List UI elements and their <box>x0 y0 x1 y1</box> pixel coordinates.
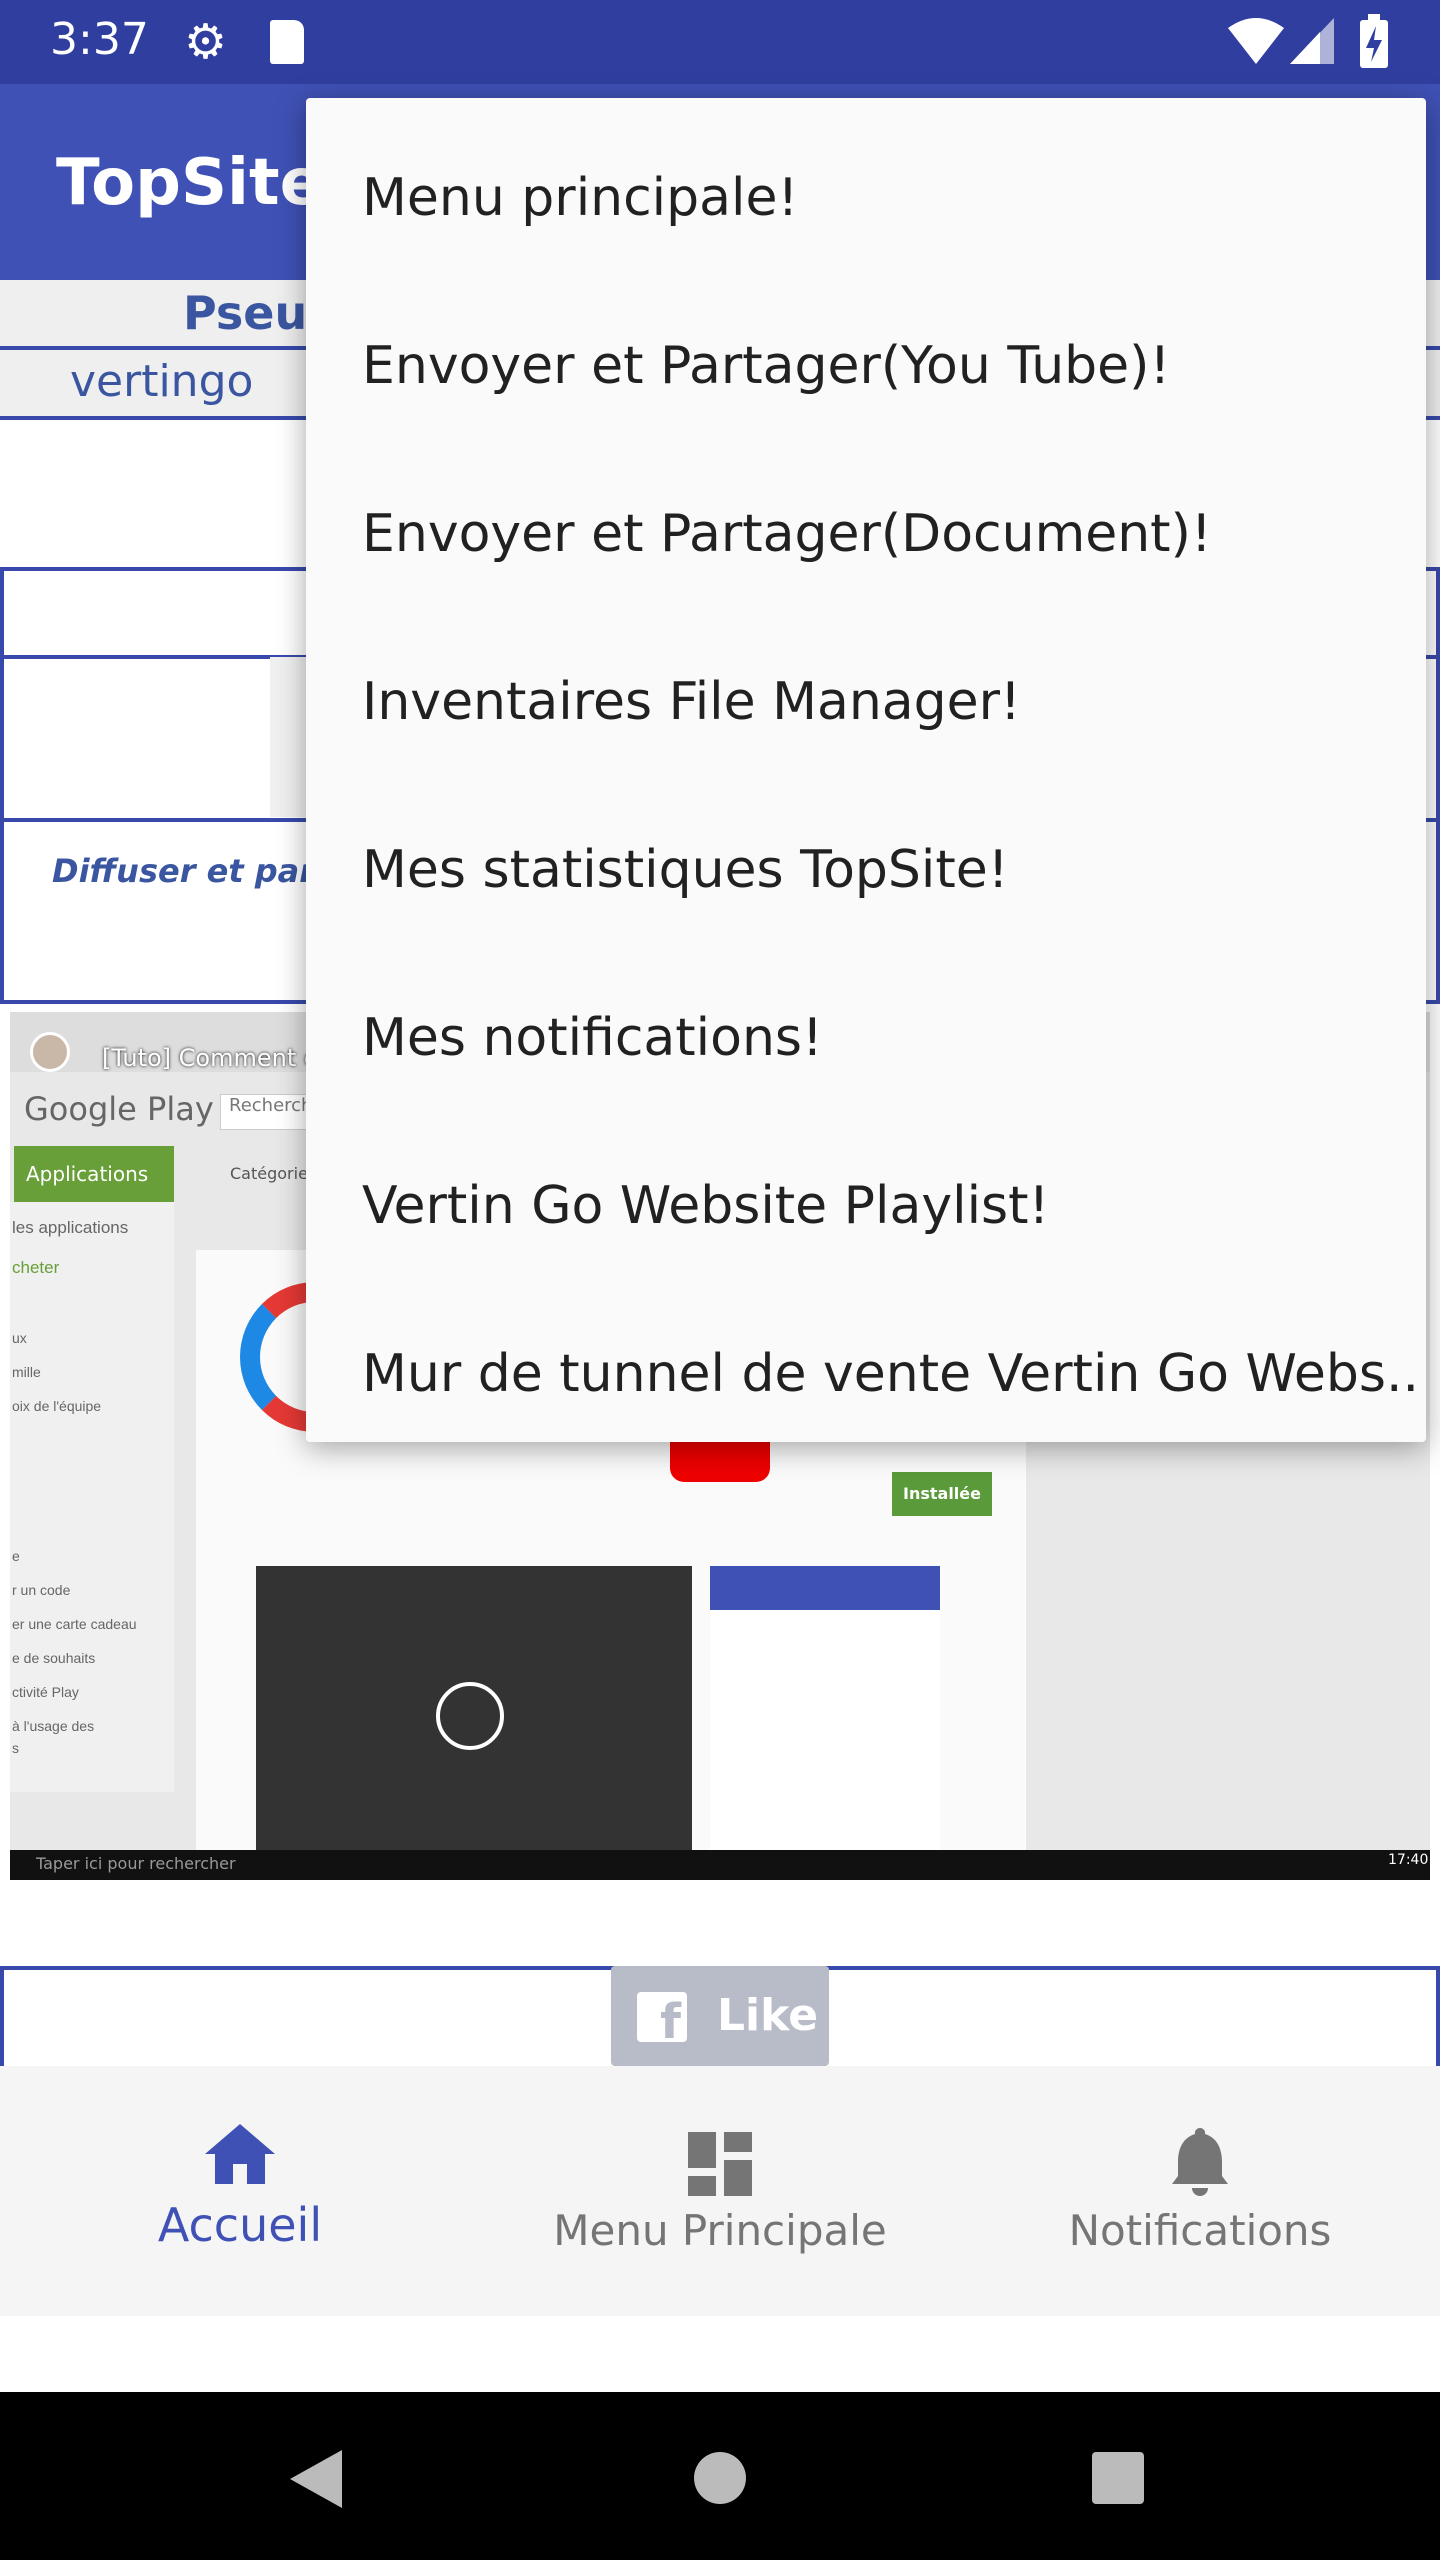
status-bar: 3:37 ⚙ <box>0 0 1440 84</box>
bell-icon <box>1172 2128 1228 2196</box>
sidebar-text: s <box>12 1740 19 1756</box>
taskbar-search: Taper ici pour rechercher <box>36 1854 236 1873</box>
menu-item-sales-tunnel[interactable]: Mur de tunnel de vente Vertin Go Webs.. <box>362 1290 1419 1458</box>
menu-item-share-document[interactable]: Envoyer et Partager(Document)! <box>362 450 1212 618</box>
sidebar-text: cheter <box>12 1258 60 1277</box>
tab-applications: Applications <box>14 1146 174 1202</box>
channel-avatar <box>30 1032 70 1072</box>
store-sidebar: les applications cheter ux mille oix de … <box>10 1202 174 1792</box>
nav-item-notifications[interactable]: Notifications <box>960 2066 1440 2316</box>
sd-card-icon <box>270 20 304 64</box>
border <box>0 567 4 1004</box>
sidebar-text: ctivité Play <box>12 1684 79 1700</box>
menu-item-file-manager[interactable]: Inventaires File Manager! <box>362 618 1021 786</box>
sidebar-text: ux <box>12 1330 27 1346</box>
facebook-icon: f <box>637 1992 687 2042</box>
menu-item-playlist[interactable]: Vertin Go Website Playlist! <box>362 1122 1049 1290</box>
menu-item-menu-principale[interactable]: Menu principale! <box>362 114 798 282</box>
sidebar-text: oix de l'équipe <box>12 1398 102 1414</box>
video-title: [Tuto] Comment c <box>102 1044 318 1072</box>
overflow-menu: Menu principale! Envoyer et Partager(You… <box>306 98 1426 1442</box>
pseudo-value: vertingo <box>70 356 254 407</box>
nav-item-menu-principale[interactable]: Menu Principale <box>480 2066 960 2316</box>
border <box>1436 567 1440 1004</box>
gear-icon: ⚙ <box>184 14 228 70</box>
nav-item-accueil[interactable]: Accueil <box>0 2066 480 2316</box>
home-button-icon[interactable] <box>694 2452 746 2504</box>
battery-charging-icon <box>1360 14 1388 68</box>
sidebar-text: e de souhaits <box>12 1650 96 1666</box>
sidebar-text: e <box>12 1548 20 1564</box>
store-search-placeholder: Recherch <box>229 1095 313 1116</box>
installed-badge: Installée <box>892 1472 992 1516</box>
screenshot-app <box>710 1566 940 1866</box>
system-navigation-bar <box>0 2392 1440 2560</box>
home-icon <box>205 2124 275 2184</box>
menu-item-notifications[interactable]: Mes notifications! <box>362 954 823 1122</box>
tab-categories: Catégories <box>230 1164 317 1183</box>
menu-item-share-youtube[interactable]: Envoyer et Partager(You Tube)! <box>362 282 1170 450</box>
back-icon[interactable] <box>290 2450 342 2508</box>
taskbar-time: 17:40 <box>1388 1852 1429 1868</box>
status-time: 3:37 <box>50 14 149 65</box>
bottom-navigation: Accueil Menu Principale Notifications <box>0 2066 1440 2316</box>
nav-label: Notifications <box>1068 2206 1332 2255</box>
signal-icon <box>1290 18 1334 64</box>
sidebar-text: er une carte cadeau <box>12 1616 137 1632</box>
nav-label: Accueil <box>157 2198 323 2252</box>
sidebar-text: à l'usage des <box>12 1718 95 1734</box>
screenshot-video <box>256 1566 692 1866</box>
recents-icon[interactable] <box>1092 2452 1144 2504</box>
border <box>1436 1966 1440 2066</box>
sidebar-text: les applications <box>12 1218 129 1237</box>
play-icon <box>436 1682 504 1750</box>
facebook-like-button[interactable]: f Like <box>611 1966 829 2066</box>
dashboard-icon <box>688 2132 752 2196</box>
like-label: Like <box>717 1990 819 2041</box>
nav-label: Menu Principale <box>553 2206 887 2255</box>
border <box>0 1966 4 2066</box>
menu-item-statistics[interactable]: Mes statistiques TopSite! <box>362 786 1009 954</box>
sidebar-text: mille <box>12 1364 41 1380</box>
store-name: Google Play <box>24 1090 214 1128</box>
wifi-icon <box>1228 18 1284 64</box>
sidebar-text: r un code <box>12 1582 71 1598</box>
